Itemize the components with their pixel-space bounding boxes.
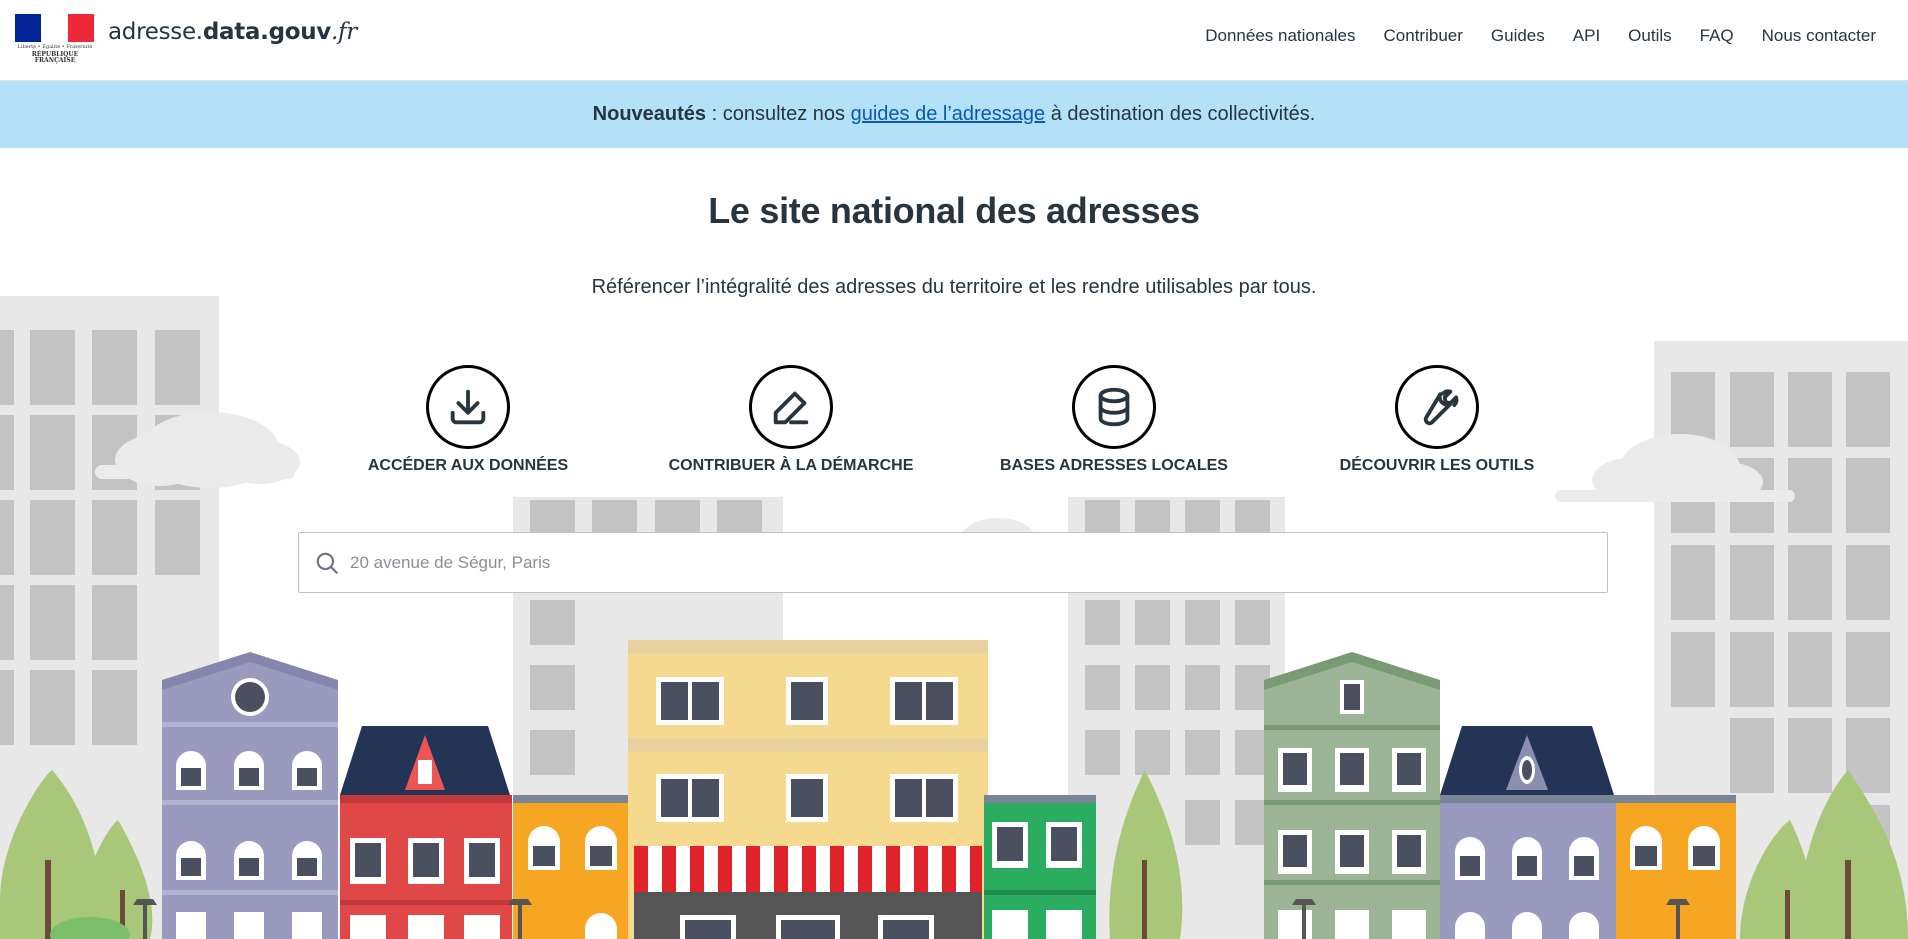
banner-strong: Nouveautés [592,103,707,125]
news-banner: Nouveautés : consultez nos guides de l’a… [0,81,1908,148]
nav-outils[interactable]: Outils [1628,26,1671,46]
main-nav: Données nationales Contribuer Guides API… [1205,26,1876,46]
action-contribuer[interactable]: CONTRIBUER À LA DÉMARCHE [651,365,931,475]
nav-contribuer[interactable]: Contribuer [1384,26,1463,46]
republique-francaise-logo[interactable]: Liberté • Égalité • Fraternité RÉPUBLIQU… [15,14,95,64]
action-decouvrir-outils[interactable]: DÉCOUVRIR LES OUTILS [1297,365,1577,475]
site-header: Liberté • Égalité • Fraternité RÉPUBLIQU… [0,0,1908,81]
logo-motto: Liberté • Égalité • Fraternité [17,44,93,50]
nav-faq[interactable]: FAQ [1700,26,1734,46]
pencil-icon [749,365,833,449]
nav-api[interactable]: API [1573,26,1600,46]
banner-text-before: : consultez nos [706,103,851,125]
wrench-icon [1395,365,1479,449]
search-input[interactable] [348,551,1607,574]
banner-guides-link[interactable]: guides de l’adressage [851,103,1046,126]
action-label: BASES ADRESSES LOCALES [1000,457,1228,474]
address-search[interactable] [298,532,1608,593]
site-name-part3: .fr [331,19,357,45]
site-name[interactable]: adresse.data.gouv.fr [108,19,357,45]
nav-guides[interactable]: Guides [1491,26,1545,46]
database-icon [1072,365,1156,449]
action-label: ACCÉDER AUX DONNÉES [367,457,569,474]
download-icon [426,365,510,449]
logo-republic-name: RÉPUBLIQUE FRANÇAISE [31,51,79,64]
page-subtitle: Référencer l’intégralité des adresses du… [591,276,1317,298]
french-flag-icon [15,14,94,42]
nav-donnees-nationales[interactable]: Données nationales [1205,26,1355,46]
banner-text-after: à destination des collectivités. [1045,103,1316,125]
action-shortcuts: ACCÉDER AUX DONNÉES CONTRIBUER À LA DÉMA… [0,365,1908,485]
page-title: Le site national des adresses [708,190,1200,231]
search-icon [316,552,338,574]
site-name-part2: data.gouv [202,19,331,45]
action-bases-adresses-locales[interactable]: BASES ADRESSES LOCALES [974,365,1254,475]
action-label: CONTRIBUER À LA DÉMARCHE [668,457,914,474]
site-name-part1: adresse. [108,19,203,45]
nav-nous-contacter[interactable]: Nous contacter [1762,26,1876,46]
action-acceder-donnees[interactable]: ACCÉDER AUX DONNÉES [328,365,608,475]
action-label: DÉCOUVRIR LES OUTILS [1339,457,1535,474]
